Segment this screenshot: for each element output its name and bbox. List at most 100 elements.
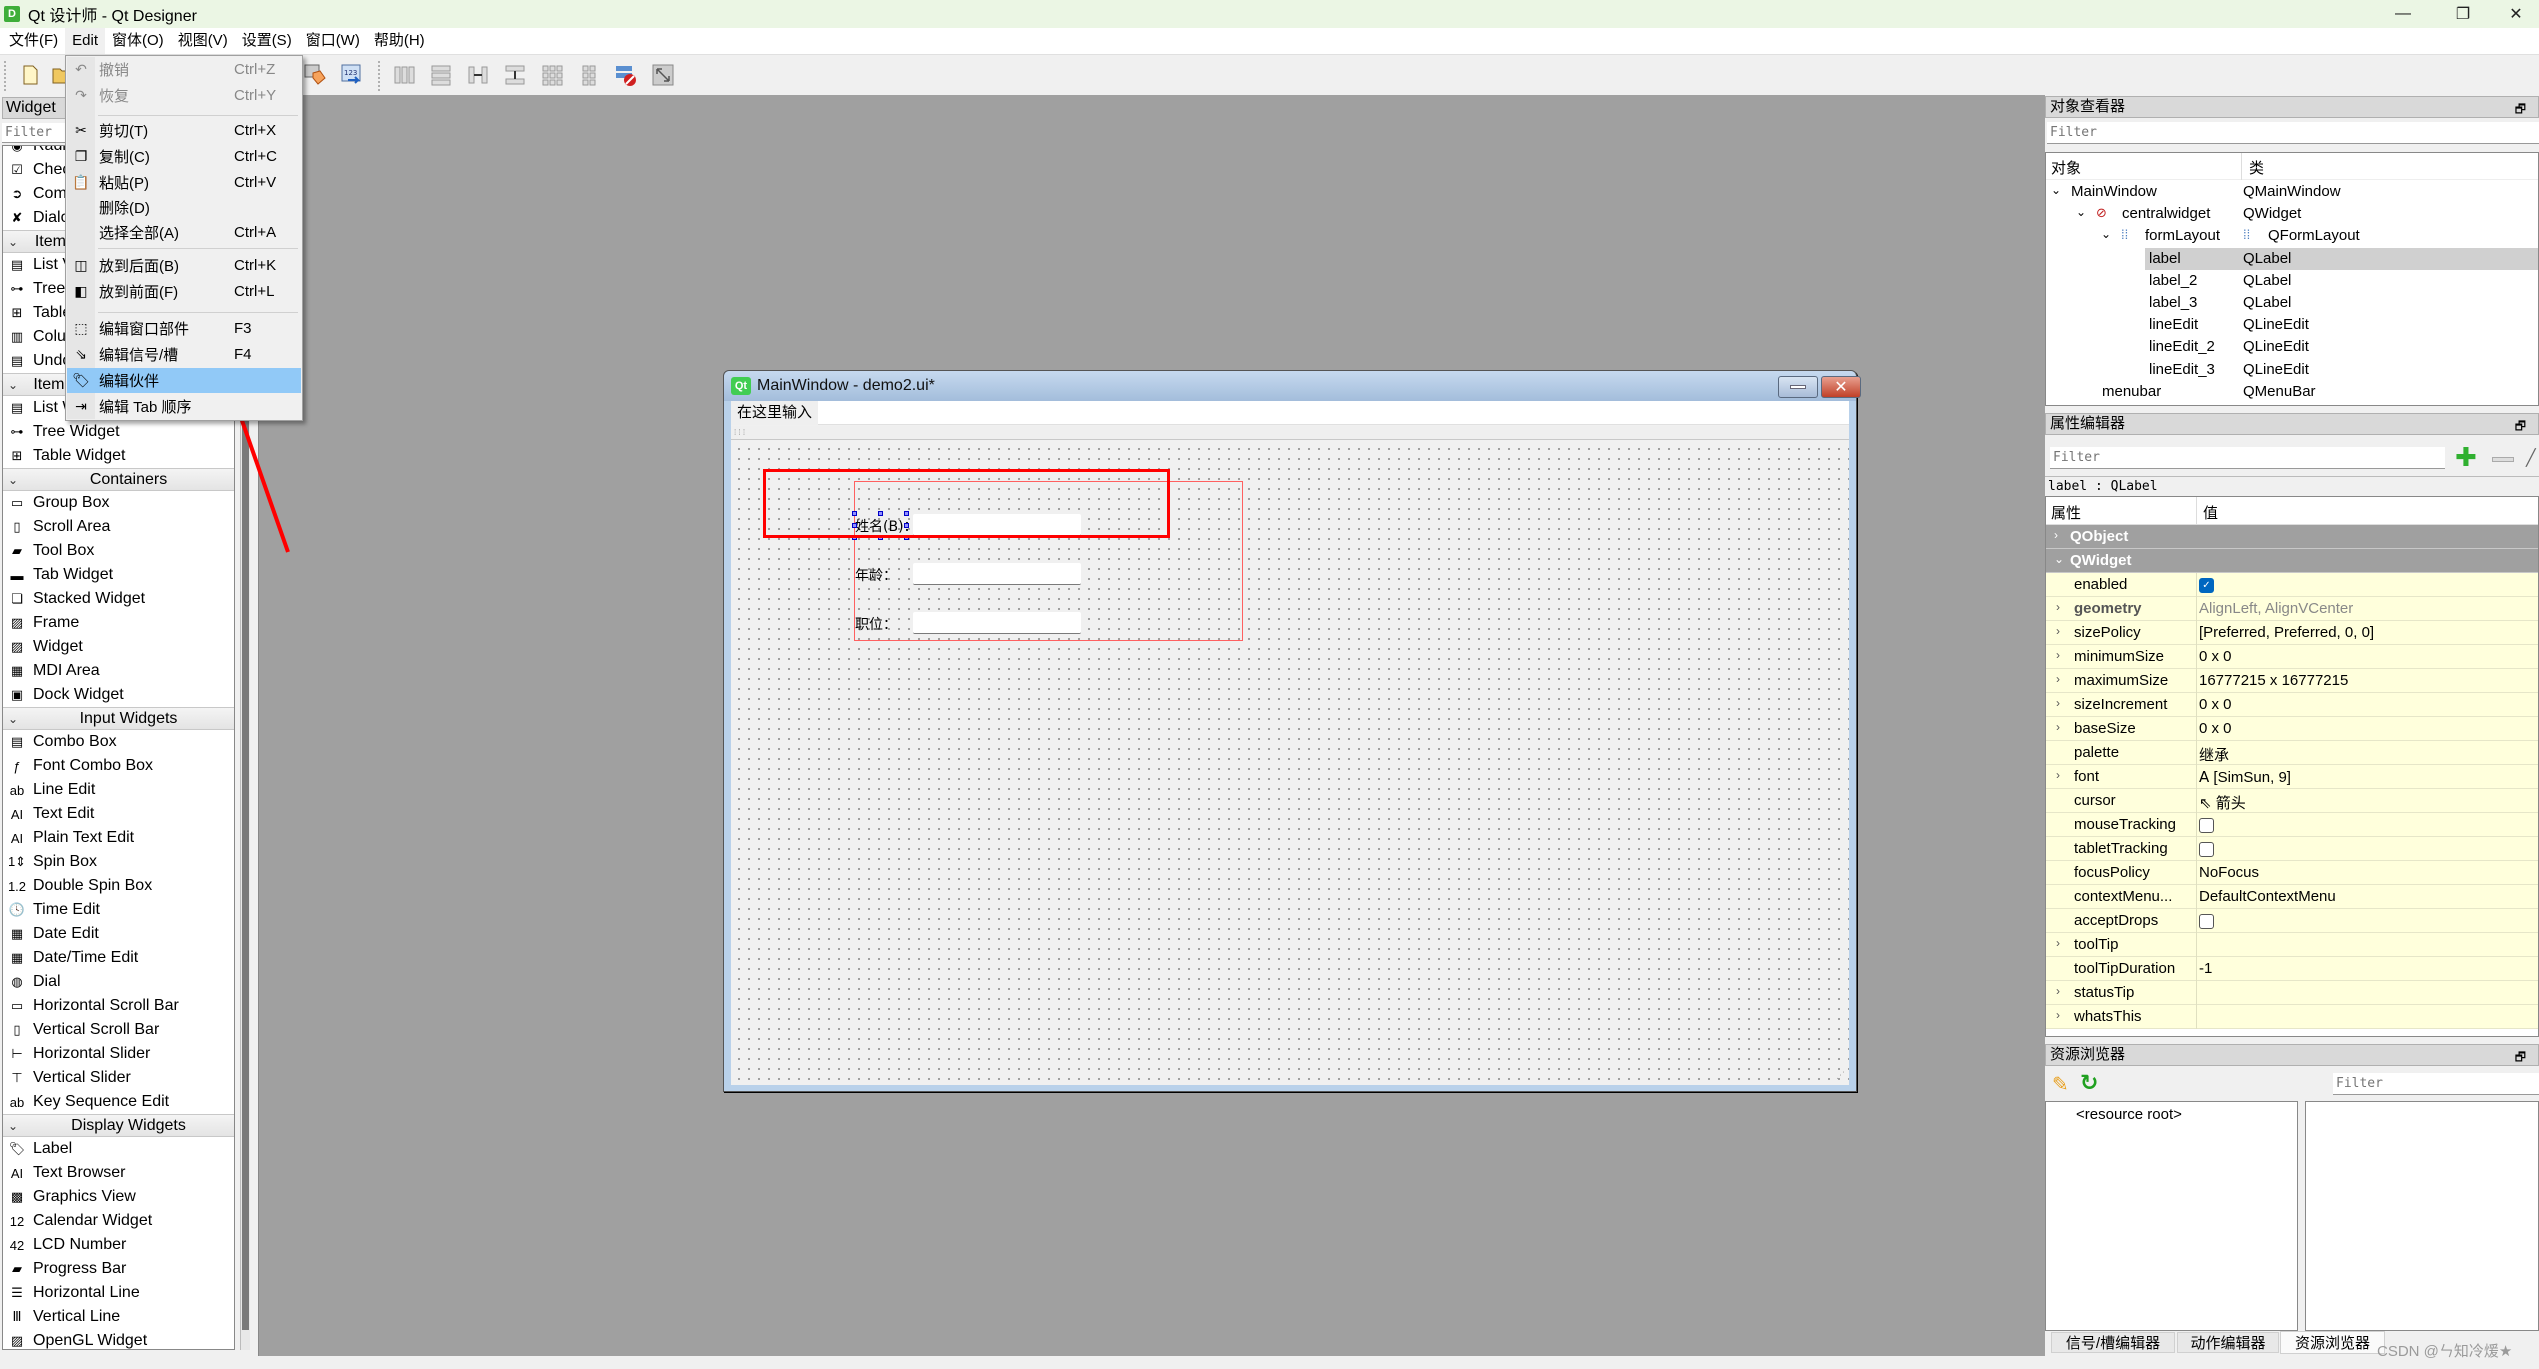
property-row[interactable]: › minimumSize 0 x 0 — [2046, 645, 2538, 669]
property-editor-filter-input[interactable] — [2050, 447, 2445, 469]
widget-item[interactable]: ◍ Dial — [3, 970, 234, 994]
chevron-right-icon[interactable]: › — [2056, 984, 2060, 998]
edit-menu-item[interactable]: 📋 粘贴(P) Ctrl+V — [67, 170, 301, 195]
column-header-object[interactable]: 对象 — [2051, 157, 2081, 178]
widget-item[interactable]: ▣ Dock Widget — [3, 683, 234, 707]
widget-item[interactable]: ▦ Date Edit — [3, 922, 234, 946]
edit-buddies-icon[interactable] — [303, 63, 327, 87]
chevron-right-icon[interactable]: › — [2056, 768, 2060, 782]
menu-window[interactable]: 窗口(W) — [299, 28, 367, 54]
layout-horizontal-splitter-icon[interactable] — [466, 63, 490, 87]
property-row[interactable]: contextMenu... DefaultContextMenu — [2046, 885, 2538, 909]
property-row[interactable]: › geometry AlignLeft, AlignVCenter — [2046, 597, 2538, 621]
minimize-button[interactable]: — — [2380, 0, 2426, 28]
widget-item[interactable]: ▨ Widget — [3, 635, 234, 659]
property-row[interactable]: › baseSize 0 x 0 — [2046, 717, 2538, 741]
widget-item[interactable]: AI Text Edit — [3, 802, 234, 826]
chevron-right-icon[interactable]: › — [2056, 720, 2060, 734]
close-button[interactable]: ✕ — [2493, 0, 2539, 28]
property-row[interactable]: › whatsThis — [2046, 1005, 2538, 1029]
column-header-property[interactable]: 属性 — [2051, 502, 2081, 523]
widget-item[interactable]: ▨ OpenGL Widget — [3, 1329, 234, 1349]
widget-item[interactable]: ▭ Group Box — [3, 491, 234, 515]
widget-item[interactable]: ▬ Tab Widget — [3, 563, 234, 587]
widget-item[interactable]: ⊤ Vertical Slider — [3, 1066, 234, 1090]
widget-item[interactable]: ☰ Horizontal Line — [3, 1281, 234, 1305]
configure-icon[interactable]: ╱ — [2526, 448, 2536, 468]
edit-menu-item[interactable]: 选择全部(A) Ctrl+A — [67, 220, 301, 245]
edit-menu-item[interactable]: 🏷 编辑伙伴 — [67, 368, 301, 393]
edit-menu-item[interactable]: ◫ 放到后面(B) Ctrl+K — [67, 253, 301, 278]
property-value[interactable]: 𝖠 [SimSun, 9] — [2199, 768, 2291, 786]
object-tree-row[interactable]: menubar QMenuBar — [2046, 381, 2538, 403]
add-dynamic-property-icon[interactable]: ✚ — [2455, 444, 2477, 470]
property-checkbox[interactable] — [2199, 912, 2214, 929]
form-close-button[interactable]: ✕ — [1821, 376, 1861, 398]
widget-item[interactable]: ▰ Tool Box — [3, 539, 234, 563]
widget-item[interactable]: ▩ Graphics View — [3, 1185, 234, 1209]
widget-item[interactable]: ❏ Stacked Widget — [3, 587, 234, 611]
widget-item[interactable]: ▨ Frame — [3, 611, 234, 635]
widget-item[interactable]: 42 LCD Number — [3, 1233, 234, 1257]
edit-resources-icon[interactable]: ✎ — [2052, 1072, 2069, 1097]
property-row[interactable]: mouseTracking — [2046, 813, 2538, 837]
widget-item[interactable]: ▰ Progress Bar — [3, 1257, 234, 1281]
break-layout-icon[interactable] — [614, 63, 638, 87]
property-row[interactable]: toolTipDuration -1 — [2046, 957, 2538, 981]
form-menubar-type-here[interactable]: 在这里输入 — [731, 401, 819, 425]
widget-item[interactable]: AI Text Browser — [3, 1161, 234, 1185]
widget-item[interactable]: ab Line Edit — [3, 778, 234, 802]
edit-menu-item[interactable]: ✂ 剪切(T) Ctrl+X — [67, 118, 301, 143]
property-row[interactable]: › font 𝖠 [SimSun, 9] — [2046, 765, 2538, 789]
column-header-class[interactable]: 类 — [2249, 157, 2264, 178]
menu-form[interactable]: 窗体(O) — [105, 28, 171, 54]
chevron-right-icon[interactable]: › — [2056, 648, 2060, 662]
widget-item[interactable]: ⊞ Table Widget — [3, 444, 234, 468]
property-value[interactable]: NoFocus — [2199, 864, 2259, 881]
object-tree-row[interactable]: ⌄ ⊘ centralwidget QWidget — [2046, 203, 2538, 225]
property-checkbox[interactable] — [2199, 816, 2214, 833]
object-tree-row[interactable]: lineEdit QLineEdit — [2046, 314, 2538, 336]
widget-item[interactable]: Ⅲ Vertical Line — [3, 1305, 234, 1329]
toolbar-handle[interactable] — [4, 61, 6, 91]
tab-signal-slot-editor[interactable]: 信号/槽编辑器 — [2051, 1332, 2175, 1353]
chevron-down-icon[interactable]: ⌄ — [2101, 227, 2111, 241]
property-value[interactable]: DefaultContextMenu — [2199, 888, 2336, 905]
object-tree-row[interactable]: lineEdit_2 QLineEdit — [2046, 336, 2538, 358]
chevron-right-icon[interactable]: › — [2056, 600, 2060, 614]
edit-menu-item[interactable]: 删除(D) — [67, 195, 301, 220]
form-minimize-button[interactable] — [1778, 376, 1818, 398]
property-row[interactable]: › toolTip — [2046, 933, 2538, 957]
widget-item[interactable]: ▭ Horizontal Scroll Bar — [3, 994, 234, 1018]
edit-menu-item[interactable]: ⬚ 编辑窗口部件 F3 — [67, 316, 301, 341]
chevron-right-icon[interactable]: › — [2056, 672, 2060, 686]
line-edit-position[interactable] — [913, 612, 1081, 634]
object-inspector-filter-input[interactable] — [2047, 122, 2539, 144]
widget-category[interactable]: ⌄ Containers — [3, 468, 234, 491]
object-tree-row[interactable]: ⌄ MainWindow QMainWindow — [2046, 181, 2538, 203]
property-row[interactable]: tabletTracking — [2046, 837, 2538, 861]
menu-help[interactable]: 帮助(H) — [367, 28, 432, 54]
widget-item[interactable]: ▯ Scroll Area — [3, 515, 234, 539]
property-row[interactable]: palette 继承 — [2046, 741, 2538, 765]
line-edit-age[interactable] — [913, 563, 1081, 585]
reload-icon[interactable]: ↻ — [2080, 1070, 2098, 1096]
widget-item[interactable]: 12 Calendar Widget — [3, 1209, 234, 1233]
object-tree-row[interactable]: label QLabel — [2046, 247, 2538, 270]
property-row[interactable]: › sizePolicy [Preferred, Preferred, 0, 0] — [2046, 621, 2538, 645]
property-value[interactable]: 16777215 x 16777215 — [2199, 672, 2348, 689]
object-tree-row[interactable]: lineEdit_3 QLineEdit — [2046, 359, 2538, 381]
property-value[interactable]: 0 x 0 — [2199, 648, 2232, 665]
layout-horizontal-icon[interactable] — [392, 63, 416, 87]
widget-item[interactable]: ▤ Combo Box — [3, 730, 234, 754]
resource-filter-input[interactable] — [2333, 1073, 2539, 1095]
widget-item[interactable]: 🏷 Label — [3, 1137, 234, 1161]
float-dock-icon[interactable]: 🗗 — [2515, 1047, 2526, 1067]
edit-menu-item[interactable]: ◧ 放到前面(F) Ctrl+L — [67, 279, 301, 304]
chevron-right-icon[interactable]: › — [2056, 624, 2060, 638]
property-row[interactable]: acceptDrops — [2046, 909, 2538, 933]
layout-grid-icon[interactable] — [540, 63, 564, 87]
widget-item[interactable]: 1.2 Double Spin Box — [3, 874, 234, 898]
widget-category[interactable]: ⌄ Display Widgets — [3, 1114, 234, 1137]
menu-file[interactable]: 文件(F) — [2, 28, 65, 54]
